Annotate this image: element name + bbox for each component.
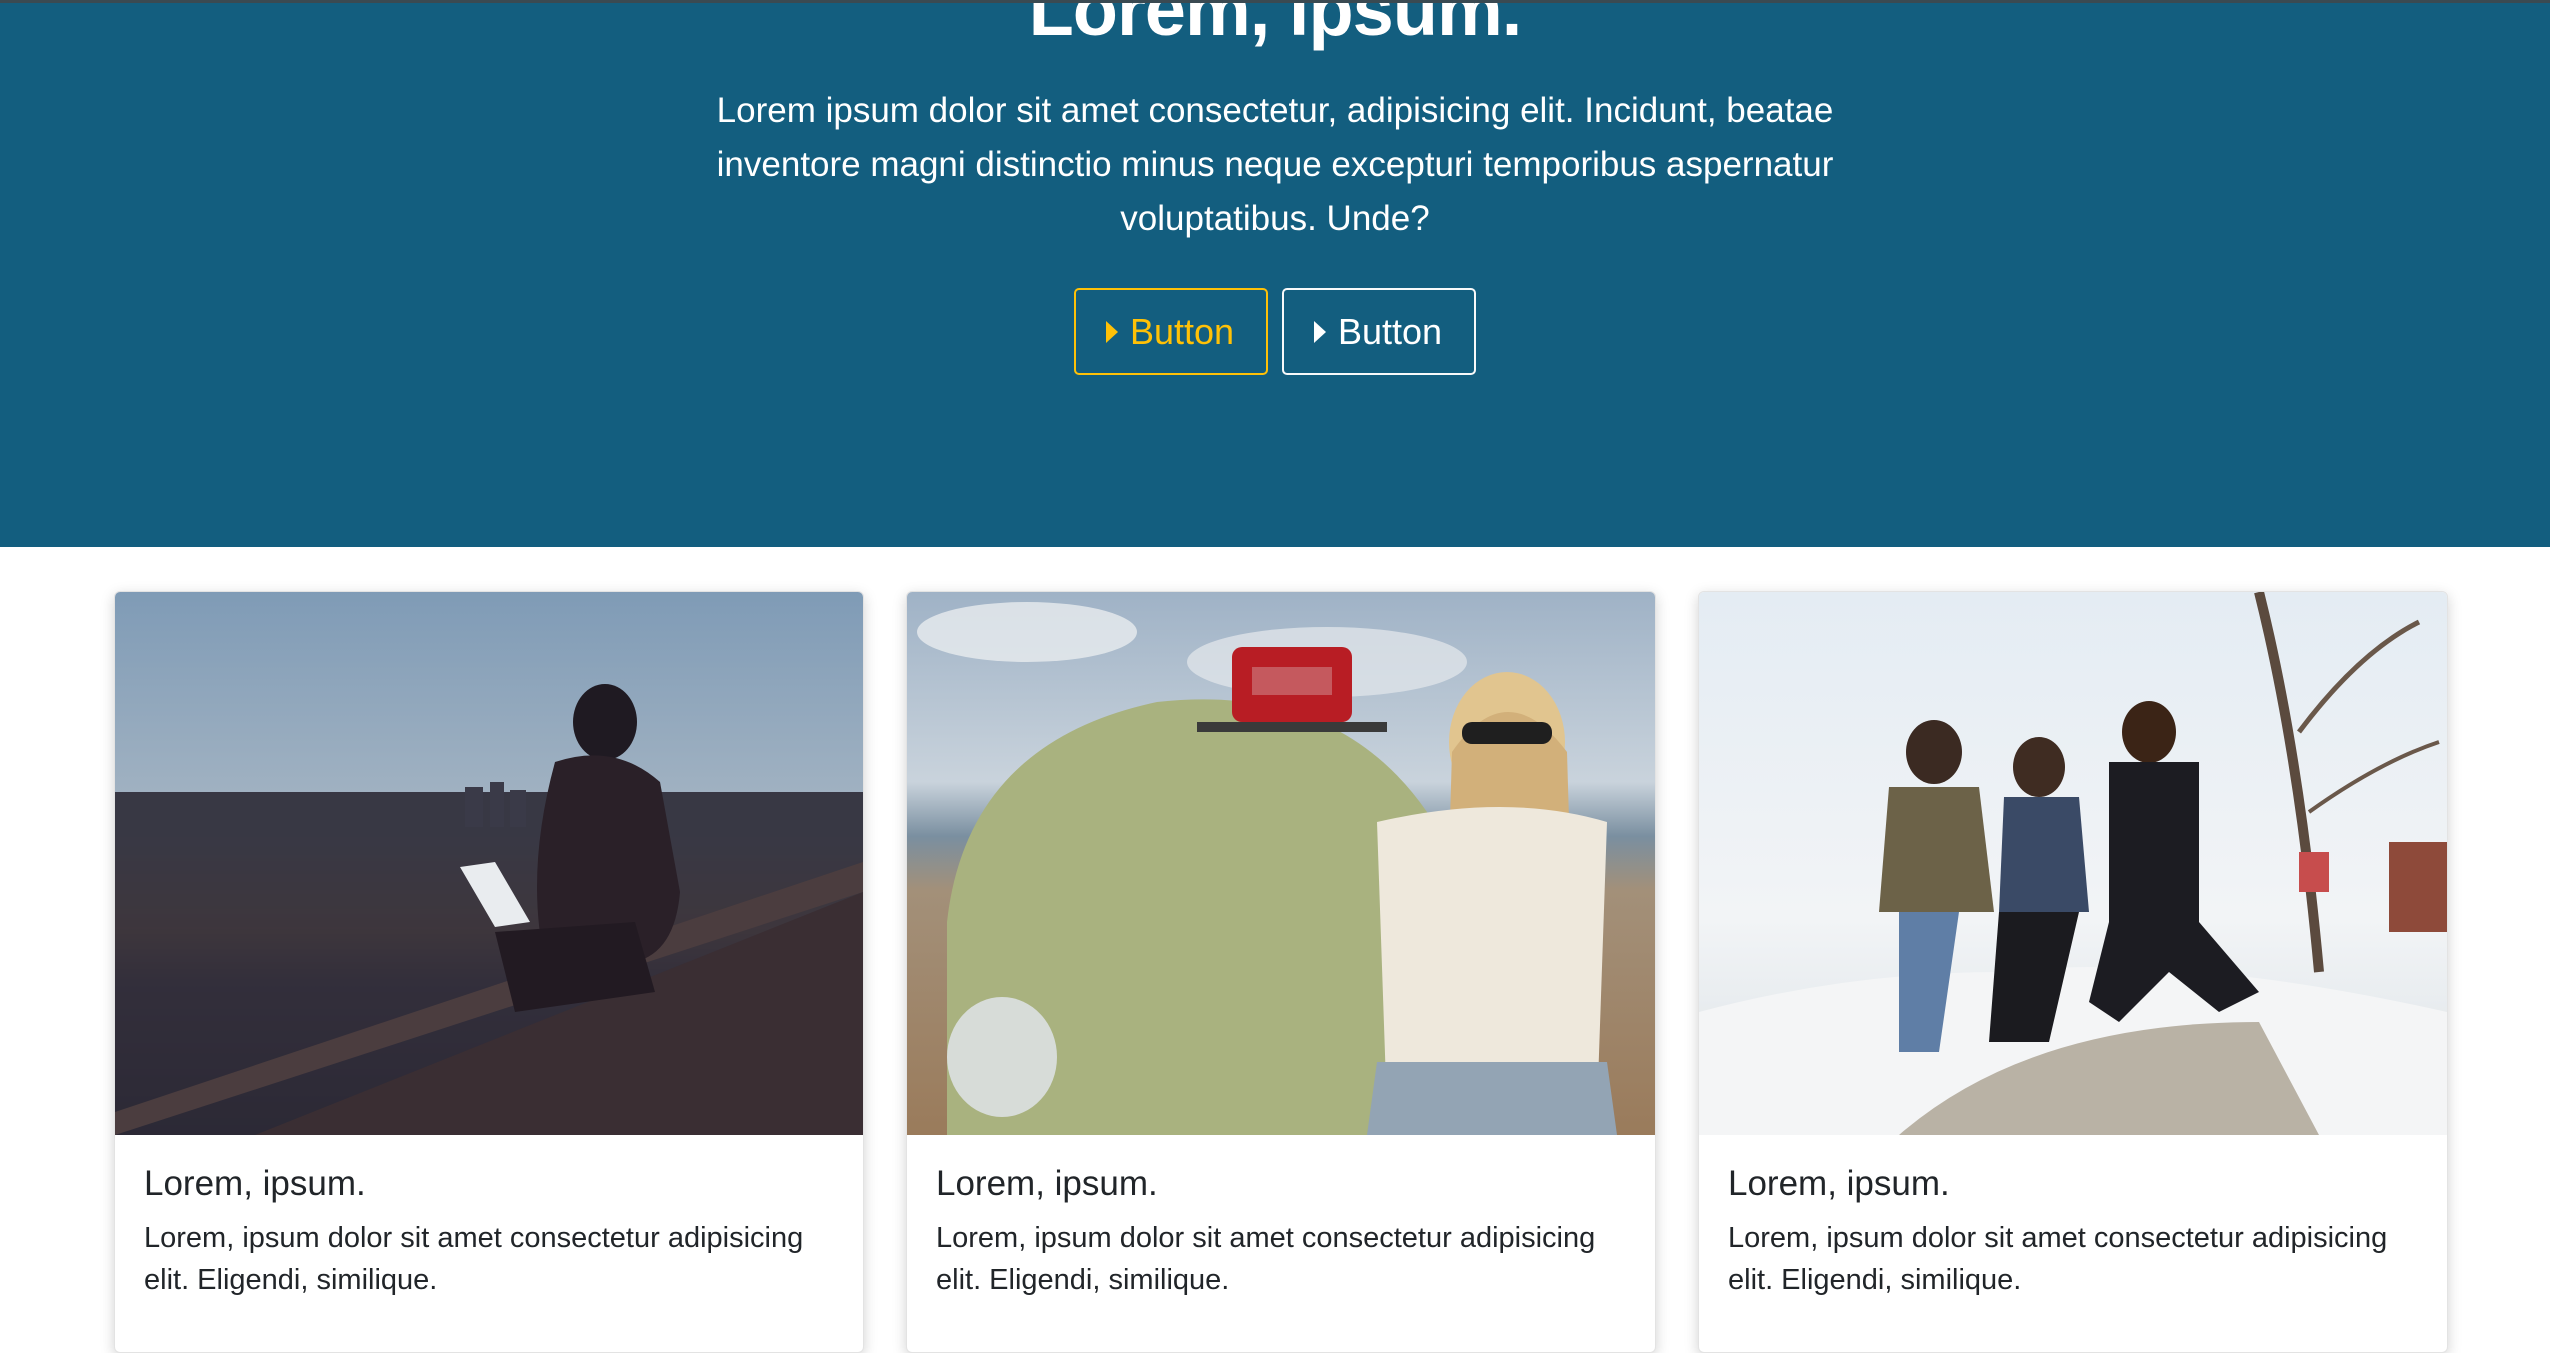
hero-section: Lorem, ipsum. Lorem ipsum dolor sit amet… [0,0,2550,547]
card-title: Lorem, ipsum. [1728,1164,1950,1203]
card-image-woman-with-car [907,592,1655,1135]
hero-primary-button-label: Button [1130,310,1235,352]
hero-button-group: Button Button [0,288,2550,375]
hero-secondary-button-label: Button [1338,310,1443,352]
card-title: Lorem, ipsum. [144,1164,366,1203]
card-image-friends-jumping [1699,592,2447,1135]
card-text: Lorem, ipsum dolor sit amet consectetur … [936,1222,1596,1296]
hero-text: Lorem ipsum dolor sit amet consectetur, … [716,91,1834,238]
hero-secondary-button[interactable]: Button [1282,288,1476,375]
hero-primary-button[interactable]: Button [1074,288,1268,375]
card-text: Lorem, ipsum dolor sit amet consectetur … [1728,1222,2388,1296]
card-image-man-with-laptop [115,592,863,1135]
hero-title: Lorem, ipsum. [1028,0,1523,51]
card-text: Lorem, ipsum dolor sit amet consectetur … [144,1222,804,1296]
caret-right-icon [1314,320,1326,343]
card: Lorem, ipsum. Lorem, ipsum dolor sit ame… [906,591,1656,1353]
window-top-border [0,0,2550,3]
caret-right-icon [1106,320,1118,343]
card-title: Lorem, ipsum. [936,1164,1158,1203]
card: Lorem, ipsum. Lorem, ipsum dolor sit ame… [114,591,864,1353]
card: Lorem, ipsum. Lorem, ipsum dolor sit ame… [1698,591,2448,1353]
